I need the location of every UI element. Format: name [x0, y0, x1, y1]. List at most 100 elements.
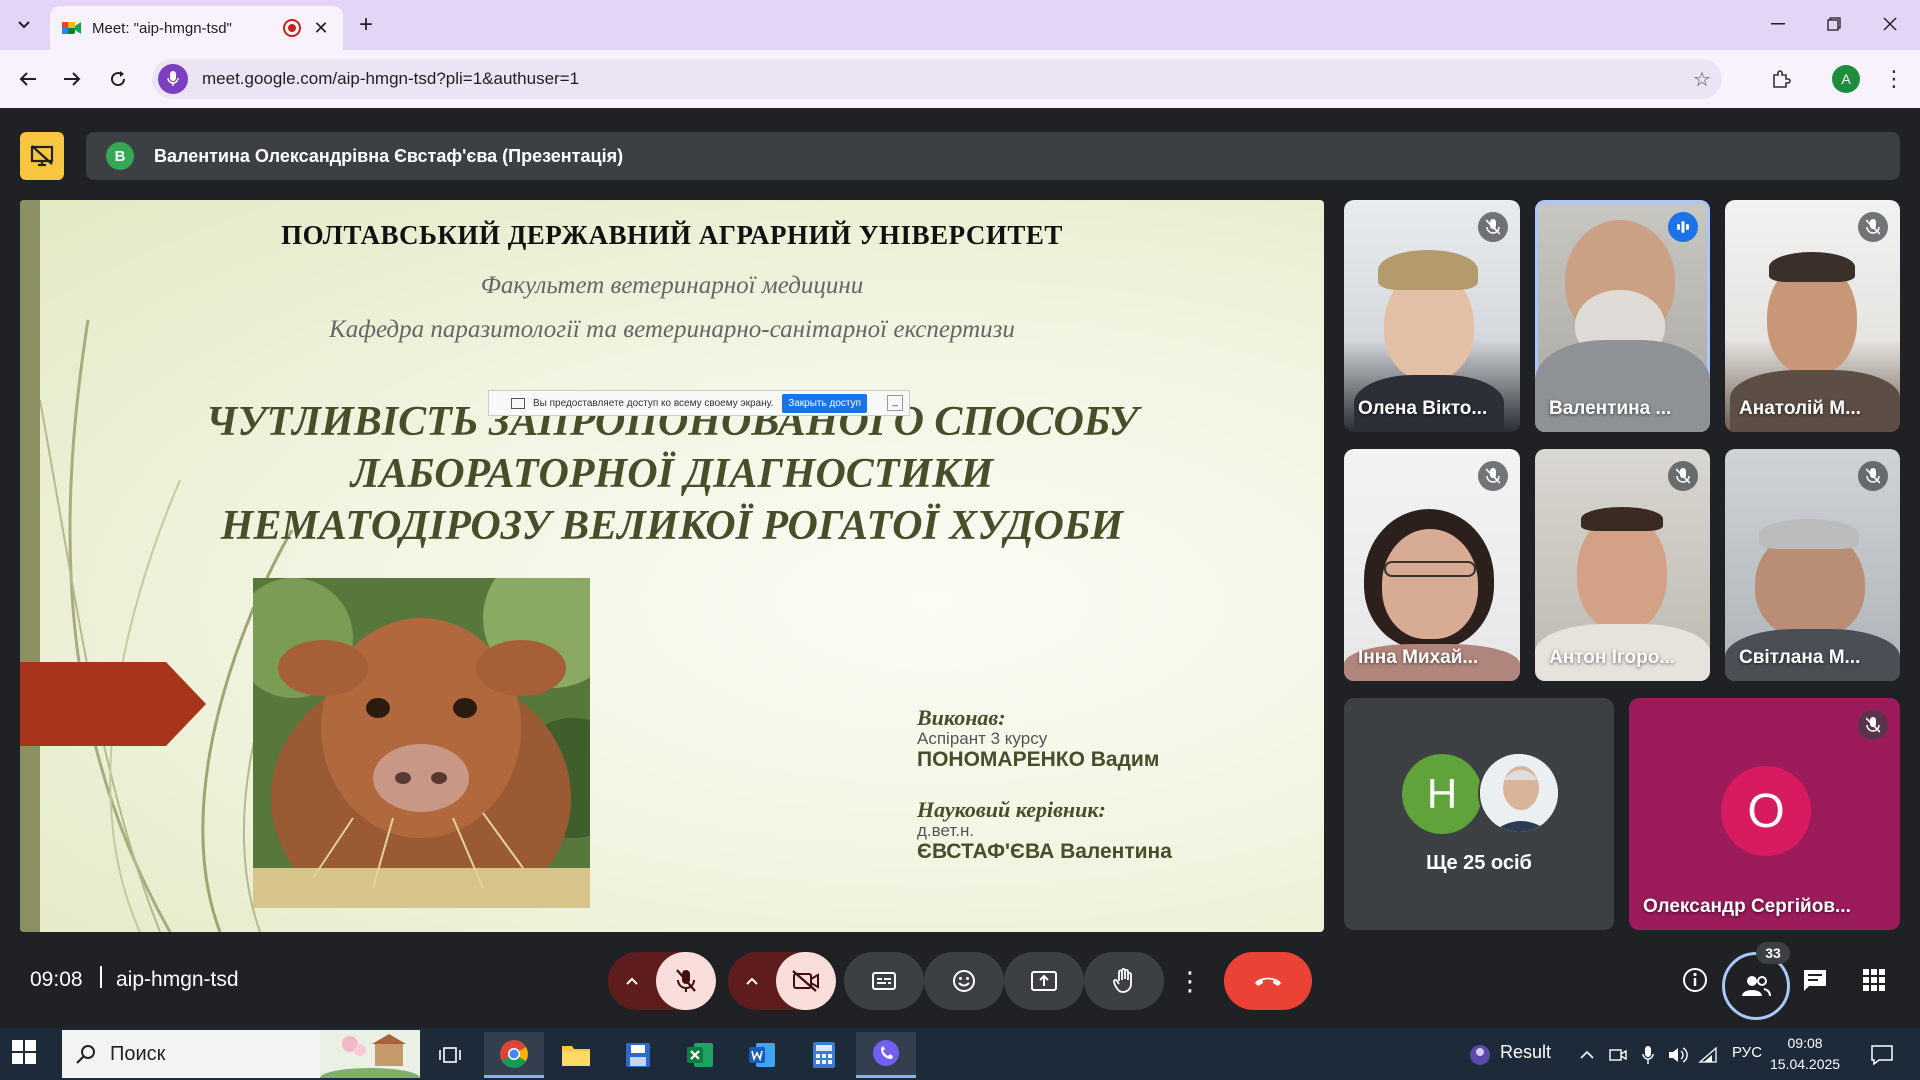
presentation-banner: В Валентина Олександрівна Євстаф'єва (Пр…: [86, 132, 1900, 180]
reactions-button[interactable]: [924, 952, 1004, 1010]
floppy-disk-icon: [626, 1043, 650, 1067]
others-avatar-photo: [1478, 752, 1560, 834]
camera-control: [728, 952, 836, 1010]
back-button[interactable]: [12, 63, 44, 95]
slide-title-line: ЛАБОРАТОРНОЇ ДІАГНОСТИКИ: [350, 451, 994, 497]
microphone-in-use-icon[interactable]: [158, 64, 188, 94]
notifications-button[interactable]: [1862, 1032, 1902, 1078]
input-language[interactable]: РУС: [1732, 1044, 1762, 1061]
close-tab-icon[interactable]: ✕: [311, 18, 331, 39]
chat-button[interactable]: [1795, 960, 1835, 1000]
taskbar-chrome[interactable]: [484, 1032, 544, 1078]
others-tile[interactable]: Н Ще 25 осіб: [1344, 698, 1614, 930]
extensions-puzzle-icon[interactable]: [1765, 63, 1797, 95]
advisor-name: ЄВСТАФ'ЄВА Валентина: [917, 840, 1172, 863]
participant-name: Олександр Сергійов...: [1643, 896, 1851, 917]
browser-menu-icon[interactable]: ⋮: [1878, 63, 1910, 95]
hide-notice-button[interactable]: _: [887, 395, 903, 411]
captions-button[interactable]: [844, 952, 924, 1010]
participant-tile[interactable]: Світлана М...: [1725, 449, 1900, 681]
profile-avatar[interactable]: A: [1832, 65, 1860, 93]
taskbar-word[interactable]: [732, 1032, 792, 1078]
participant-tile[interactable]: Олена Вікто...: [1344, 200, 1520, 432]
participant-tile-avatar[interactable]: О Олександр Сергійов...: [1629, 698, 1900, 930]
tray-microphone[interactable]: [1634, 1032, 1662, 1078]
leave-call-button[interactable]: [1224, 952, 1312, 1010]
arrow-left-icon: [19, 72, 36, 86]
toggle-microphone-button[interactable]: [656, 952, 716, 1010]
tray-app-label[interactable]: Result: [1500, 1042, 1551, 1063]
show-hidden-icons-button[interactable]: [1572, 1032, 1602, 1078]
restore-button[interactable]: [1806, 0, 1862, 48]
performed-name: ПОНОМАРЕНКО Вадим: [917, 748, 1160, 771]
taskbar-excel[interactable]: [670, 1032, 730, 1078]
clock-time: 09:08: [1787, 1035, 1823, 1051]
more-options-button[interactable]: ⋮: [1164, 952, 1216, 1010]
tray-meet-now[interactable]: [1604, 1032, 1632, 1078]
participant-tile-speaking[interactable]: Валентина ...: [1535, 200, 1710, 432]
info-icon: [1683, 968, 1707, 992]
meeting-time: 09:08: [30, 968, 83, 991]
participant-tile[interactable]: Інна Михай...: [1344, 449, 1520, 681]
audio-options-button[interactable]: [608, 952, 656, 1010]
participant-name: Світлана М...: [1739, 647, 1861, 668]
apps-grid-icon: [1863, 969, 1885, 991]
taskbar-save-app[interactable]: [608, 1032, 668, 1078]
tab-search-button[interactable]: [8, 9, 40, 41]
tray-volume[interactable]: [1664, 1032, 1692, 1078]
notification-icon: [1871, 1045, 1893, 1065]
toggle-camera-button[interactable]: [776, 952, 836, 1010]
chevron-up-icon: [1580, 1050, 1594, 1059]
reload-button[interactable]: [102, 63, 134, 95]
others-count: Ще 25 осіб: [1426, 852, 1532, 874]
participant-name: Антон Ігоро...: [1549, 647, 1676, 668]
task-view-button[interactable]: [420, 1032, 480, 1078]
taskbar-viber[interactable]: [856, 1032, 916, 1078]
close-window-button[interactable]: [1862, 0, 1918, 48]
raise-hand-button[interactable]: [1084, 952, 1164, 1010]
share-notice-text: Вы предоставляете доступ ко всему своему…: [533, 397, 774, 409]
activities-button[interactable]: [1854, 960, 1894, 1000]
taskbar-clock[interactable]: 09:08 15.04.2025: [1770, 1033, 1840, 1075]
start-button[interactable]: [12, 1040, 40, 1068]
presentation-off-icon: [30, 145, 54, 167]
video-options-button[interactable]: [728, 952, 776, 1010]
address-bar[interactable]: meet.google.com/aip-hmgn-tsd?pli=1&authu…: [152, 59, 1722, 99]
taskbar-search[interactable]: Поиск: [62, 1030, 420, 1078]
minimize-button[interactable]: [1750, 0, 1806, 48]
advisor-degree: д.вет.н.: [917, 821, 975, 840]
participant-tile[interactable]: Антон Ігоро...: [1535, 449, 1710, 681]
present-screen-button[interactable]: [1004, 952, 1084, 1010]
bookmark-star-icon[interactable]: ☆: [1682, 67, 1722, 92]
participant-tile[interactable]: Анатолій М...: [1725, 200, 1900, 432]
others-avatar: Н: [1402, 754, 1482, 834]
reload-icon: [111, 71, 126, 87]
browser-tab-meet[interactable]: Meet: "aip-hmgn-tsd" ✕: [50, 6, 343, 50]
slide-department: Кафедра паразитології та ветеринарно-сан…: [329, 316, 1015, 343]
windows-taskbar: Поиск Result РУС 09:08 15.04.2025: [0, 1028, 1920, 1080]
forward-button[interactable]: [56, 63, 88, 95]
tray-network[interactable]: [1694, 1032, 1722, 1078]
taskbar-file-explorer[interactable]: [546, 1032, 606, 1078]
url-text[interactable]: meet.google.com/aip-hmgn-tsd?pli=1&authu…: [202, 69, 1682, 89]
muted-mic-icon: [1478, 212, 1508, 242]
slide-credits: Виконав: Аспірант 3 курсу ПОНОМАРЕНКО Ва…: [917, 706, 1172, 864]
participant-name: Валентина ...: [1549, 398, 1672, 419]
muted-mic-icon: [1858, 710, 1888, 740]
performed-label: Виконав:: [917, 705, 1006, 730]
captions-icon: [872, 972, 896, 990]
microphone-control: [608, 952, 716, 1010]
participant-count-badge: 33: [1756, 942, 1790, 964]
chrome-icon: [500, 1039, 528, 1068]
presentation-toggle-button[interactable]: [20, 132, 64, 180]
restore-icon: [1827, 17, 1841, 31]
chevron-up-icon: [626, 977, 638, 985]
stop-sharing-button[interactable]: Закрыть доступ: [782, 393, 867, 413]
screen-share-icon: [511, 397, 525, 409]
camera-off-icon: [792, 970, 819, 992]
meeting-info-button[interactable]: [1675, 960, 1715, 1000]
tray-app-icon[interactable]: [1462, 1032, 1498, 1078]
folder-icon: [562, 1046, 590, 1066]
taskbar-calculator[interactable]: [794, 1032, 854, 1078]
new-tab-button[interactable]: +: [350, 9, 382, 41]
